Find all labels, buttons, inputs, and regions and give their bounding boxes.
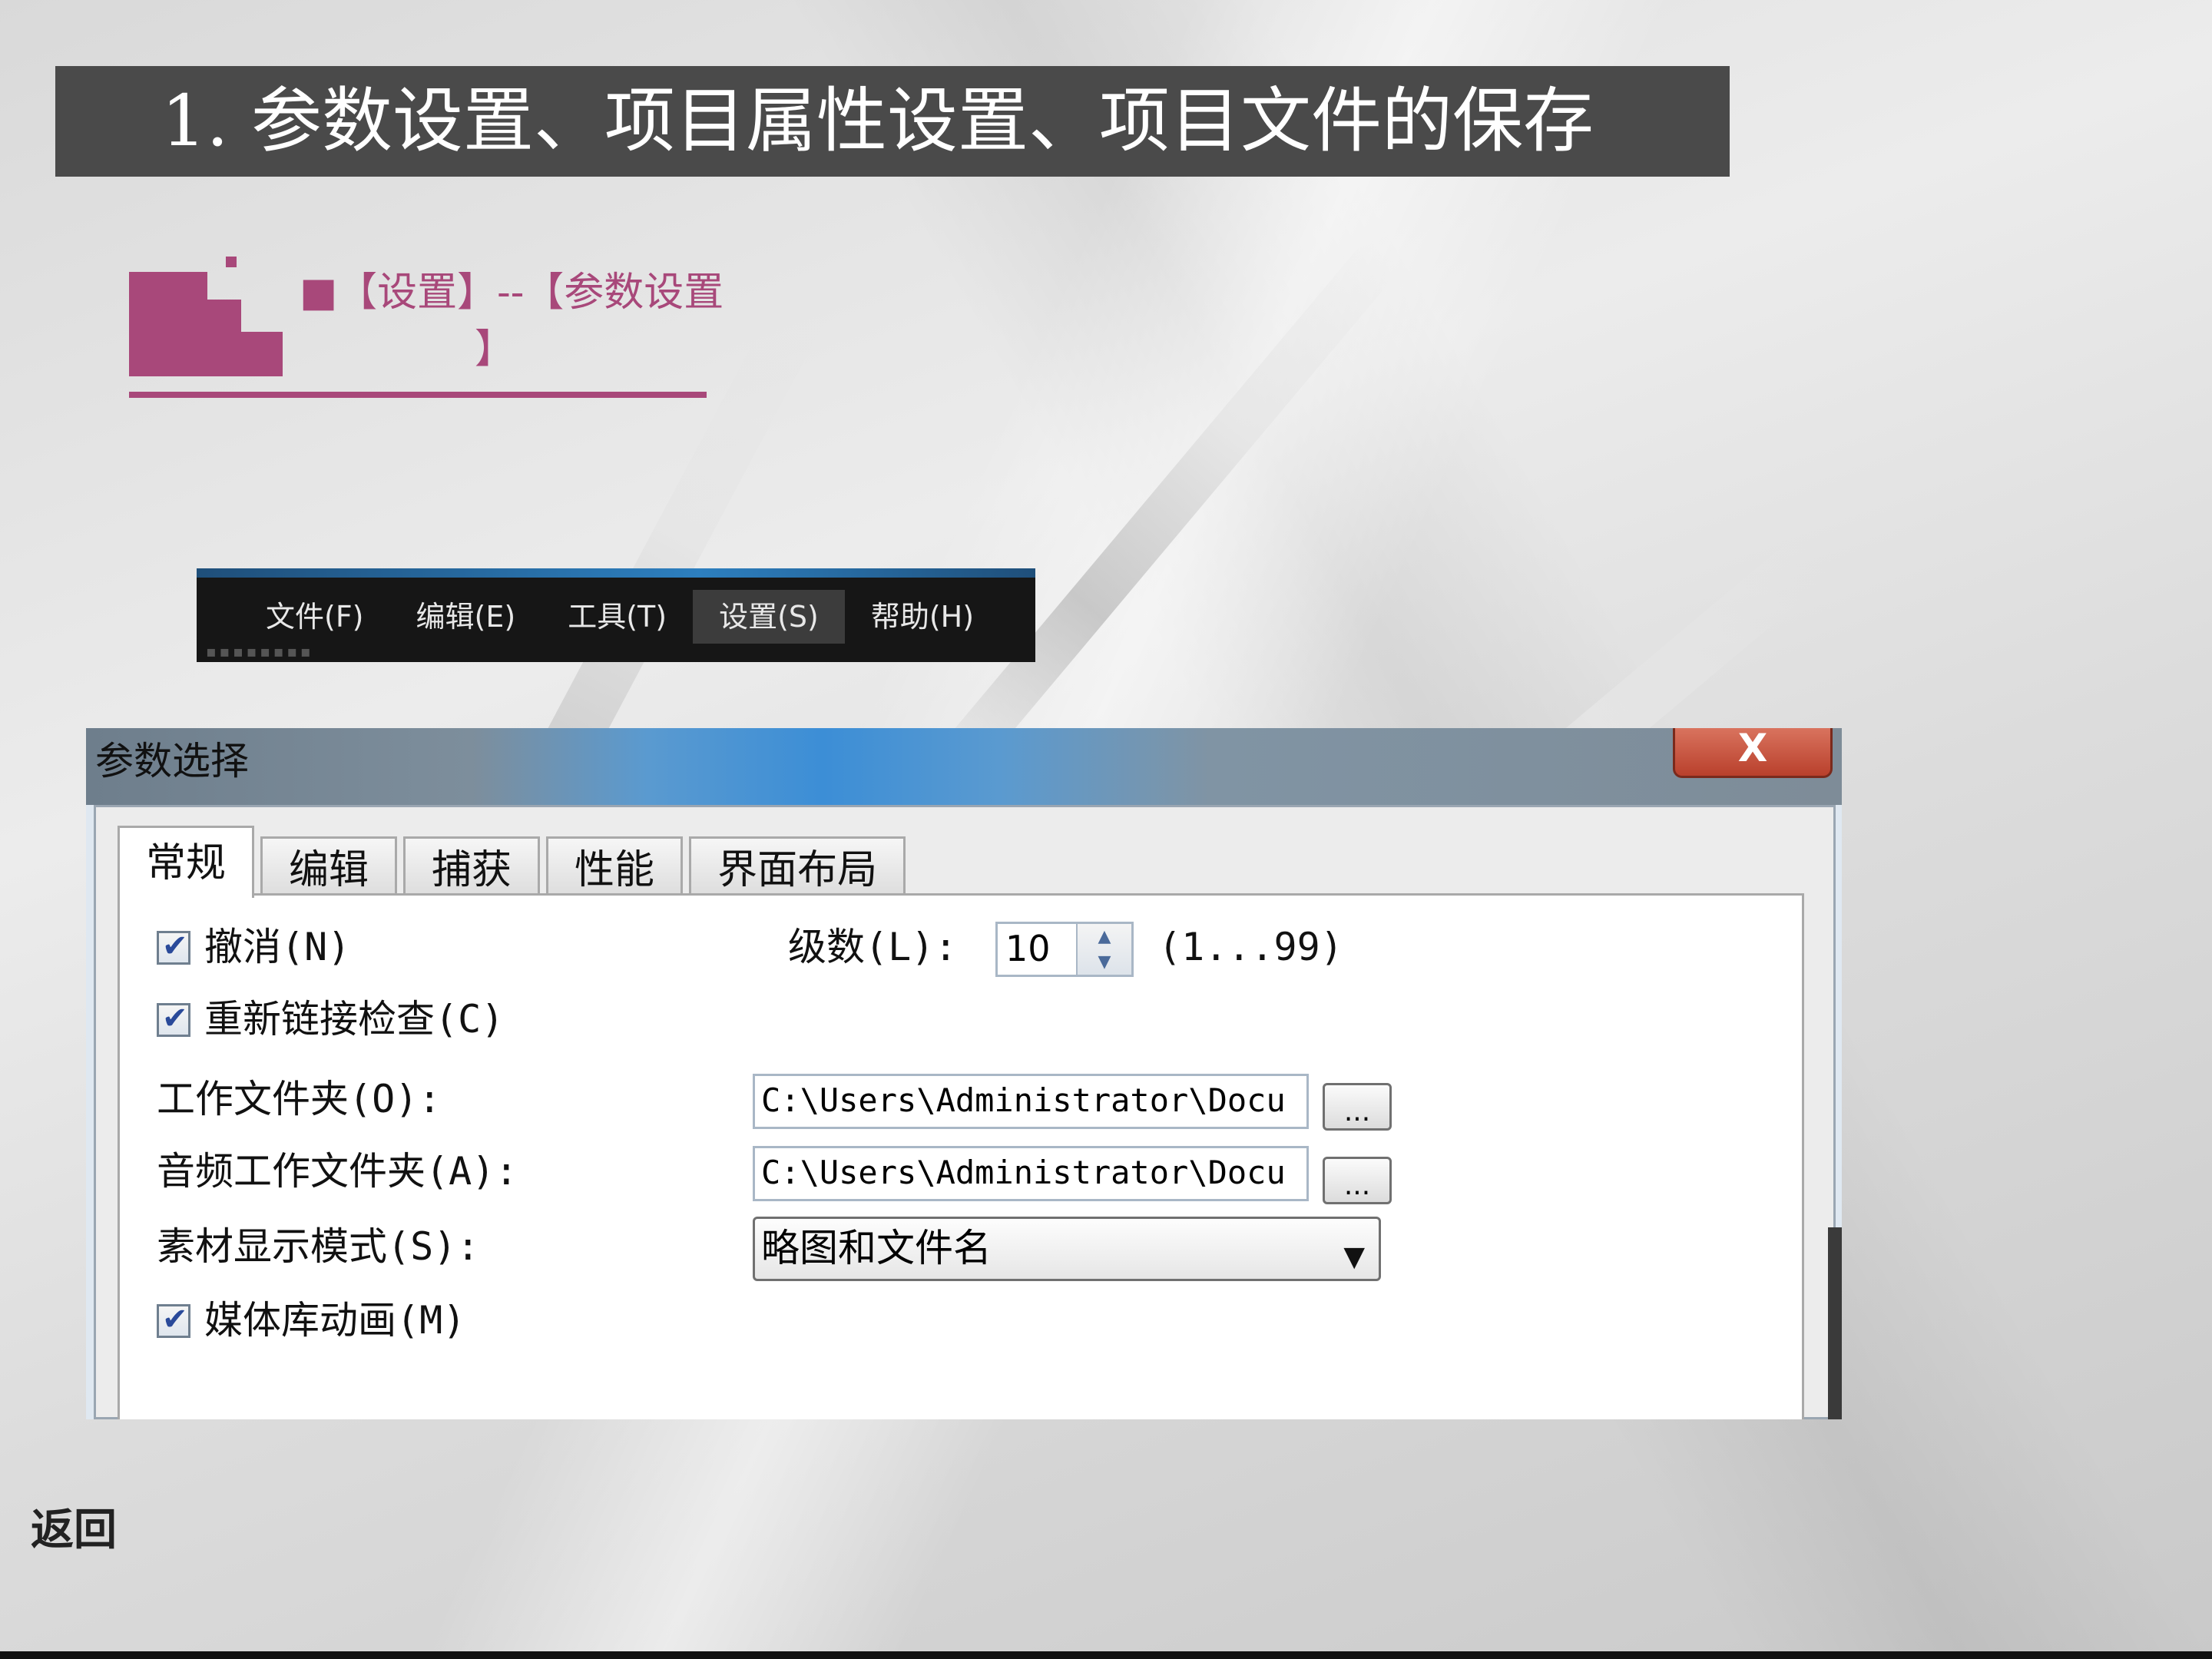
spin-down-icon[interactable]: ▼ [1078, 949, 1131, 975]
breadcrumb-decor [226, 257, 237, 267]
breadcrumb-decor [241, 332, 283, 376]
spin-up-icon[interactable]: ▲ [1078, 924, 1131, 949]
back-link[interactable]: 返回 [31, 1504, 117, 1558]
display-mode-value: 略图和文件名 [761, 1226, 992, 1270]
work-folder-browse-button[interactable]: ... [1323, 1083, 1392, 1131]
menu-help[interactable]: 帮助(H) [845, 590, 1000, 644]
display-mode-label: 素材显示模式(S): [157, 1224, 480, 1269]
background-streak [922, 238, 1402, 798]
menu-file[interactable]: 文件(F) [240, 590, 390, 644]
breadcrumb-text-cont: 】 [475, 326, 515, 373]
close-button[interactable]: X [1673, 728, 1833, 778]
grip-dots: ▪▪▪▪▪▪▪▪ [206, 642, 314, 661]
menu-bar-accent [197, 568, 1035, 578]
audio-folder-label: 音频工作文件夹(A): [157, 1149, 518, 1194]
tab-layout[interactable]: 界面布局 [689, 836, 906, 898]
menu-settings[interactable]: 设置(S) [693, 590, 845, 644]
audio-folder-browse-button[interactable]: ... [1323, 1157, 1392, 1204]
display-mode-select[interactable]: 略图和文件名 ▼ [753, 1217, 1381, 1281]
work-folder-input[interactable]: C:\Users\Administrator\Docu [753, 1074, 1309, 1129]
media-anim-checkbox[interactable] [157, 1302, 190, 1338]
dialog-titlebar[interactable]: 参数选择 X [86, 728, 1842, 805]
slide-title-bar: 1. 参数设置、项目属性设置、项目文件的保存 [55, 66, 1730, 177]
undo-label: 撤消(N) [204, 925, 351, 969]
audio-folder-input[interactable]: C:\Users\Administrator\Docu [753, 1146, 1309, 1201]
dialog-title: 参数选择 [95, 739, 249, 783]
dialog-edge [1828, 1227, 1842, 1419]
undo-checkbox[interactable] [157, 929, 190, 965]
general-panel: 撤消(N) 级数(L): 10 ▲▼ (1...99) 重新链接检查(C) 工作… [118, 893, 1804, 1419]
breadcrumb-text: ■【设置】--【参数设置 [300, 270, 724, 316]
menu-edit[interactable]: 编辑(E) [390, 590, 542, 644]
tab-capture[interactable]: 捕获 [403, 836, 541, 898]
menu-bar: 文件(F) 编辑(E) 工具(T) 设置(S) 帮助(H) ▪▪▪▪▪▪▪▪ [197, 568, 1035, 662]
levels-stepper[interactable]: 10 ▲ ▼ [995, 922, 1134, 977]
tab-performance[interactable]: 性能 [546, 836, 684, 898]
dropdown-arrow-icon: ▼ [1343, 1241, 1365, 1273]
work-folder-label: 工作文件夹(O): [157, 1077, 442, 1121]
tab-strip: 常规 编辑 捕获 性能 界面布局 [118, 826, 912, 898]
relink-label: 重新链接检查(C) [204, 997, 505, 1041]
levels-label: 级数(L): [788, 925, 958, 969]
relink-checkbox[interactable] [157, 1001, 190, 1037]
levels-spin-buttons[interactable]: ▲ ▼ [1076, 924, 1131, 975]
preferences-dialog: 参数选择 X 常规 编辑 捕获 性能 界面布局 撤消(N) 级数(L): 10 … [86, 728, 1842, 1419]
breadcrumb-underline [129, 392, 707, 398]
media-anim-label: 媒体库动画(M) [204, 1298, 466, 1343]
levels-range: (1...99) [1158, 925, 1343, 969]
slide-title: 1. 参数设置、项目属性设置、项目文件的保存 [161, 80, 1594, 162]
menu-tools[interactable]: 工具(T) [541, 590, 693, 644]
dialog-body: 常规 编辑 捕获 性能 界面布局 撤消(N) 级数(L): 10 ▲▼ (1..… [94, 805, 1836, 1419]
levels-value: 10 [1005, 928, 1051, 969]
tab-general[interactable]: 常规 [118, 826, 255, 898]
breadcrumb-decor [207, 300, 241, 376]
breadcrumb-decor [129, 272, 207, 376]
bottom-border [0, 1651, 2212, 1659]
tab-edit[interactable]: 编辑 [260, 836, 398, 898]
